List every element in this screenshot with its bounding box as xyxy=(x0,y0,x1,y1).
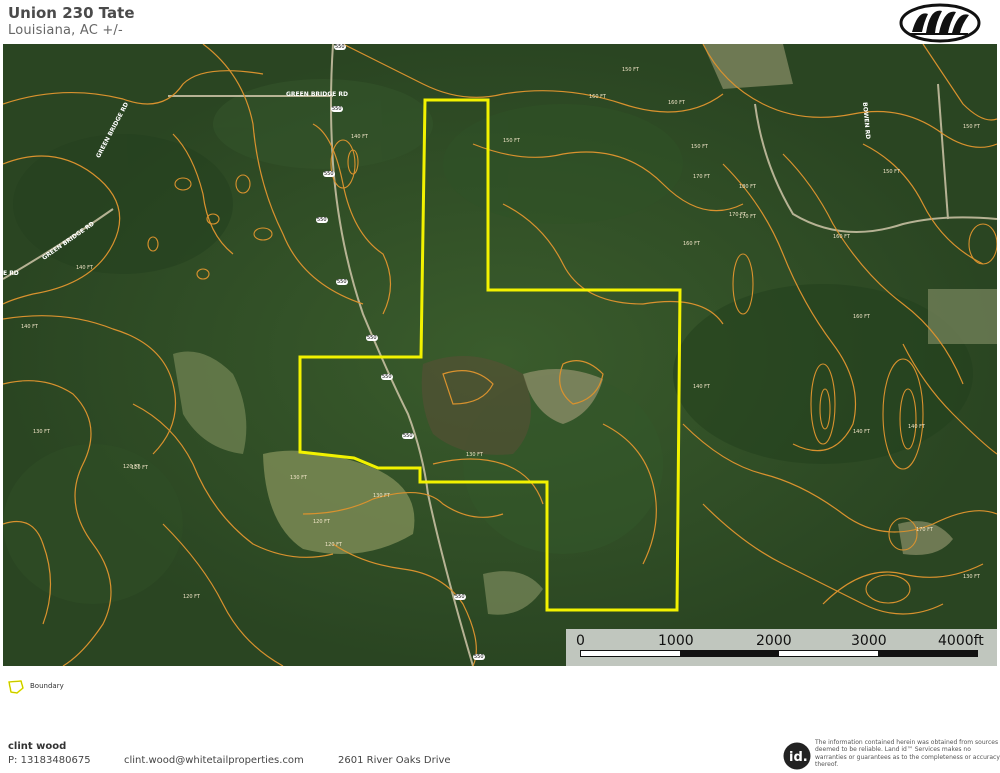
contour-label: 120 FT xyxy=(325,542,342,548)
agent-address: 2601 River Oaks Drive xyxy=(338,755,451,766)
road-label-e-rd: E RD xyxy=(3,270,19,277)
contour-label: 130 FT xyxy=(466,452,483,458)
route-shield: 550 xyxy=(381,374,393,380)
scale-label-4000ft: 4000ft xyxy=(938,633,984,649)
page-subtitle: Louisiana, AC +/- xyxy=(8,23,123,38)
contour-label: 170 FT xyxy=(729,212,746,218)
route-shield: 550 xyxy=(323,171,335,177)
contour-label: 170 FT xyxy=(916,527,933,533)
contour-label: 120 FT xyxy=(313,519,330,525)
road-label-green-bridge-1: GREEN BRIDGE RD xyxy=(286,91,348,98)
land-id-logo-icon: id. xyxy=(783,742,811,770)
contour-label: 140 FT xyxy=(351,134,368,140)
disclaimer: The information contained herein was obt… xyxy=(815,739,1000,769)
contour-label: 140 FT xyxy=(853,429,870,435)
land-id-logo-text: id. xyxy=(789,750,808,765)
bear-paw-logo-icon xyxy=(899,3,981,43)
contour-label: 160 FT xyxy=(668,100,685,106)
route-shield: 550 xyxy=(331,106,343,112)
satellite-map[interactable]: GREEN BRIDGE RD GREEN BRIDGE RD GREEN BR… xyxy=(3,44,997,666)
contour-label: 130 FT xyxy=(290,475,307,481)
contour-label: 140 FT xyxy=(908,424,925,430)
scale-label-2000: 2000 xyxy=(756,633,792,649)
route-shield: 550 xyxy=(334,44,346,50)
contour-label: 140 FT xyxy=(76,265,93,271)
contour-label: 160 FT xyxy=(853,314,870,320)
route-shield: 550 xyxy=(336,279,348,285)
route-shield: 550 xyxy=(473,654,485,660)
agent-name: clint wood xyxy=(8,741,67,752)
contour-label: 130 FT xyxy=(33,429,50,435)
contour-label: 180 FT xyxy=(739,184,756,190)
map-canvas xyxy=(3,44,997,666)
boundary-polygon-icon xyxy=(8,680,24,694)
contour-label: 170 FT xyxy=(693,174,710,180)
route-shield: 550 xyxy=(454,594,466,600)
page-title: Union 230 Tate xyxy=(8,4,135,22)
agent-email[interactable]: clint.wood@whitetailproperties.com xyxy=(124,755,304,766)
legend-label-boundary: Boundary xyxy=(30,682,64,690)
contour-label: 150 FT xyxy=(691,144,708,150)
scale-segment xyxy=(680,651,779,656)
route-shield: 550 xyxy=(366,335,378,341)
contour-label: 120 FT xyxy=(183,594,200,600)
scale-bar: 0 1000 2000 3000 4000ft xyxy=(566,629,997,666)
scale-label-1000: 1000 xyxy=(658,633,694,649)
contour-label: 120 FT xyxy=(123,464,140,470)
contour-label: 140 FT xyxy=(21,324,38,330)
contour-label: 130 FT xyxy=(373,493,390,499)
contour-label: 150 FT xyxy=(503,138,520,144)
contour-label: 160 FT xyxy=(833,234,850,240)
contour-label: 150 FT xyxy=(883,169,900,175)
contour-label: 150 FT xyxy=(963,124,980,130)
scale-segment xyxy=(878,651,977,656)
contour-label: 160 FT xyxy=(683,241,700,247)
scale-label-0: 0 xyxy=(576,633,585,649)
contour-label: 160 FT xyxy=(589,94,606,100)
contour-label: 130 FT xyxy=(963,574,980,580)
contour-label: 140 FT xyxy=(693,384,710,390)
route-shield: 550 xyxy=(402,433,414,439)
contour-label: 150 FT xyxy=(622,67,639,73)
agent-phone[interactable]: P: 13183480675 xyxy=(8,755,91,766)
route-shield: 550 xyxy=(316,217,328,223)
scale-label-3000: 3000 xyxy=(851,633,887,649)
scale-track xyxy=(580,650,978,657)
